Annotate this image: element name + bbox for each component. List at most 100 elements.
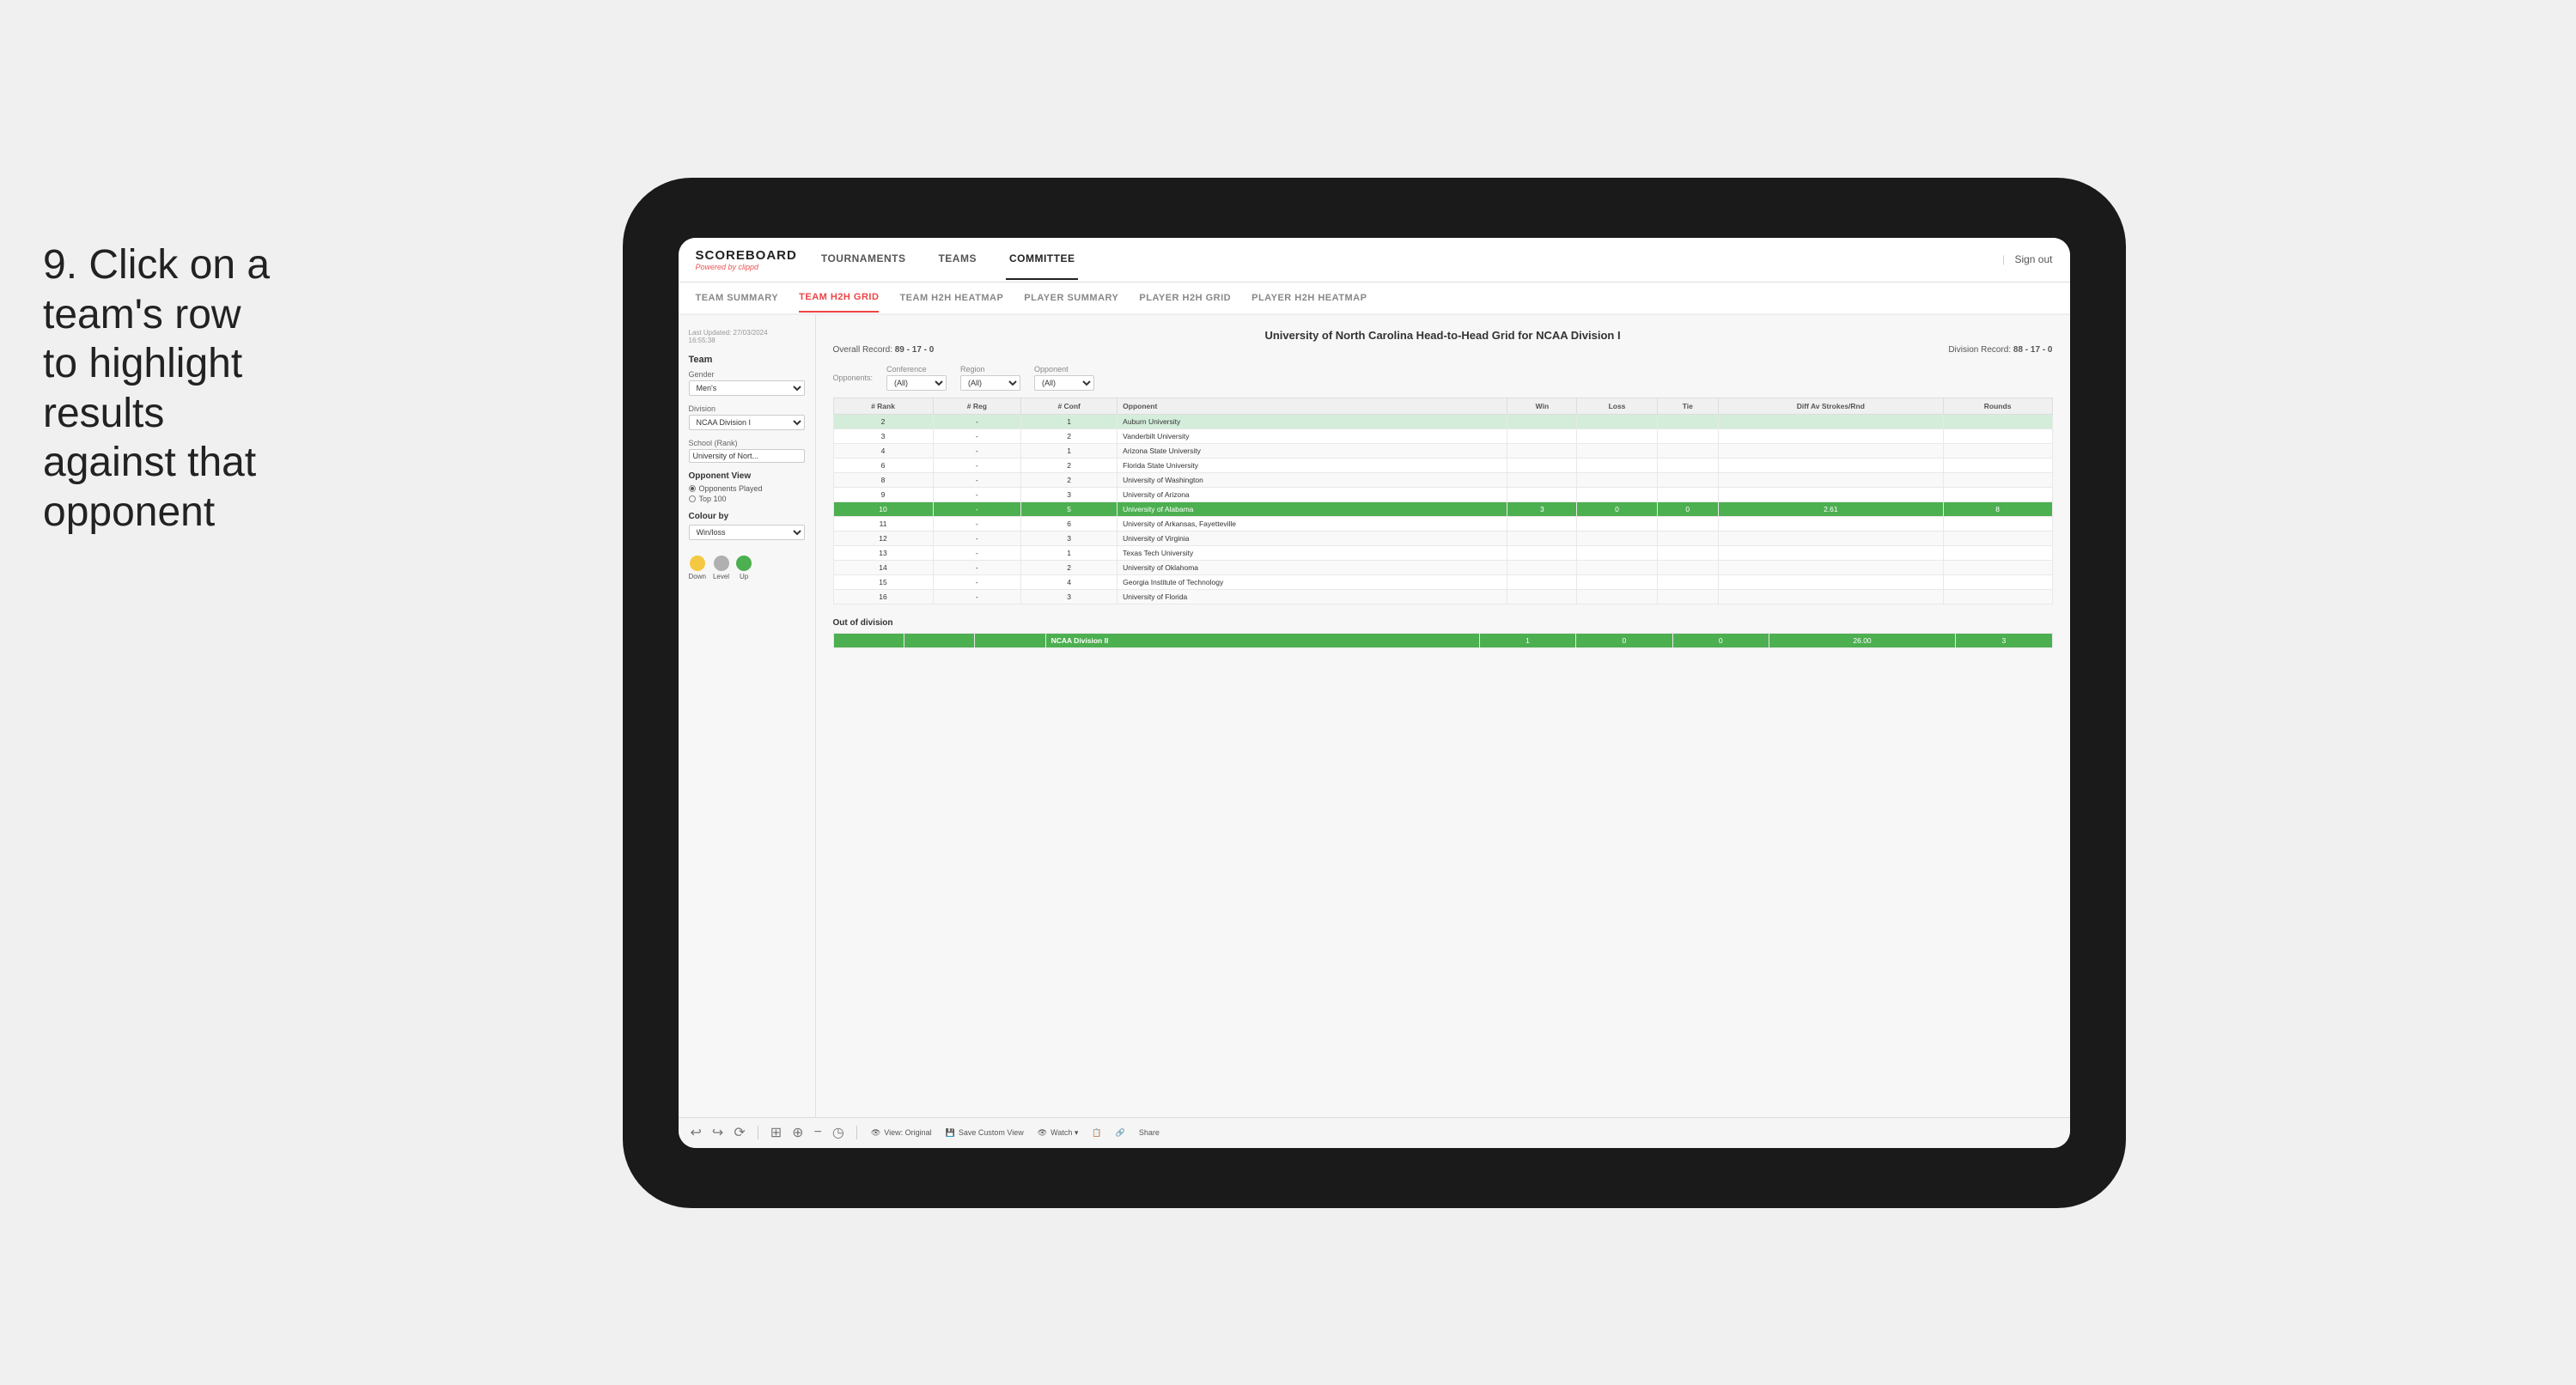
table-row[interactable]: 15-4Georgia Institute of Technology — [833, 574, 2052, 589]
filters-row: Opponents: Conference (All) Region (All) — [833, 365, 2053, 391]
out-of-division-header: Out of division — [833, 618, 2053, 628]
bottom-toolbar: ↩ ↪ ⟳ ⊞ ⊕ − ◷ 👁 View: Original 💾 Save Cu… — [679, 1117, 2070, 1148]
table-row[interactable]: 12-3University of Virginia — [833, 531, 2052, 545]
out-of-division-table: NCAA Division II10026.003 — [833, 633, 2053, 648]
watch-button[interactable]: 👁 Watch ▾ — [1034, 1128, 1082, 1138]
col-rank: # Rank — [833, 398, 933, 414]
table-row[interactable]: 16-3University of Florida — [833, 589, 2052, 604]
division-record: Division Record: 88 - 17 - 0 — [1948, 345, 2052, 355]
col-reg: # Reg — [933, 398, 1021, 414]
school-rank-label: School (Rank) — [689, 439, 805, 447]
legend-level: Level — [713, 556, 729, 580]
view-original-button[interactable]: 👁 View: Original — [868, 1128, 935, 1138]
undo-button[interactable]: ↩ — [689, 1124, 703, 1141]
col-win: Win — [1507, 398, 1577, 414]
legend-up-circle — [736, 556, 752, 571]
panel-title: University of North Carolina Head-to-Hea… — [833, 329, 2053, 342]
logo-brand: clippd — [739, 263, 759, 271]
legend-down-circle — [690, 556, 705, 571]
radio-dot-opponents — [689, 485, 696, 492]
table-row[interactable]: 6-2Florida State University — [833, 458, 2052, 472]
grid-button[interactable]: ⊞ — [769, 1124, 783, 1141]
table-row[interactable]: 14-2University of Oklahoma — [833, 560, 2052, 574]
table-row[interactable]: 9-3University of Arizona — [833, 487, 2052, 501]
last-updated: Last Updated: 27/03/2024 16:55:38 — [689, 329, 805, 344]
record-row: Overall Record: 89 - 17 - 0 Division Rec… — [833, 345, 2053, 355]
legend-level-circle — [714, 556, 729, 571]
colour-by-title: Colour by — [689, 512, 805, 521]
subnav-team-h2h-grid[interactable]: TEAM H2H GRID — [799, 283, 879, 313]
subnav-player-summary[interactable]: PLAYER SUMMARY — [1024, 284, 1118, 312]
overall-record: Overall Record: 89 - 17 - 0 — [833, 345, 935, 355]
table-row[interactable]: 3-2Vanderbilt University — [833, 428, 2052, 443]
top-nav: SCOREBOARD Powered by clippd TOURNAMENTS… — [679, 238, 2070, 282]
main-content: Last Updated: 27/03/2024 16:55:38 Team G… — [679, 315, 2070, 1117]
colour-by-select[interactable]: Win/loss — [689, 525, 805, 540]
tablet-screen: SCOREBOARD Powered by clippd TOURNAMENTS… — [679, 238, 2070, 1148]
col-rounds: Rounds — [1943, 398, 2052, 414]
conference-filter: Conference (All) — [886, 365, 947, 391]
sign-out-button[interactable]: Sign out — [2014, 253, 2052, 265]
subnav-player-h2h-heatmap[interactable]: PLAYER H2H HEATMAP — [1251, 284, 1367, 312]
nav-tournaments[interactable]: TOURNAMENTS — [818, 239, 910, 280]
radio-top-100[interactable]: Top 100 — [689, 495, 805, 503]
gender-label: Gender — [689, 370, 805, 379]
division-select[interactable]: NCAA Division I — [689, 415, 805, 430]
view-icon: 👁 — [871, 1128, 880, 1138]
logo-subtitle: Powered by clippd — [696, 263, 797, 271]
sign-out-area: | Sign out — [2002, 253, 2053, 265]
conference-select[interactable]: (All) — [886, 375, 947, 391]
col-opponent: Opponent — [1117, 398, 1507, 414]
col-loss: Loss — [1577, 398, 1657, 414]
save-custom-view-button[interactable]: 💾 Save Custom View — [942, 1128, 1027, 1138]
legend-down: Down — [689, 556, 706, 580]
opponent-select[interactable]: (All) — [1034, 375, 1094, 391]
radio-opponents-played[interactable]: Opponents Played — [689, 484, 805, 493]
add-button[interactable]: ⊕ — [790, 1124, 805, 1141]
redo-button[interactable]: ↪ — [710, 1124, 725, 1141]
tablet-device: SCOREBOARD Powered by clippd TOURNAMENTS… — [623, 178, 2126, 1208]
nav-items: TOURNAMENTS TEAMS COMMITTEE — [818, 239, 2002, 280]
sub-nav: TEAM SUMMARY TEAM H2H GRID TEAM H2H HEAT… — [679, 282, 2070, 315]
col-tie: Tie — [1657, 398, 1718, 414]
opponent-filter: Opponent (All) — [1034, 365, 1094, 391]
col-diff: Diff Av Strokes/Rnd — [1718, 398, 1943, 414]
region-select[interactable]: (All) — [960, 375, 1020, 391]
table-row[interactable]: 11-6University of Arkansas, Fayetteville — [833, 516, 2052, 531]
table-row[interactable]: 4-1Arizona State University — [833, 443, 2052, 458]
subnav-player-h2h-grid[interactable]: PLAYER H2H GRID — [1139, 284, 1231, 312]
table-row[interactable]: 10-5University of Alabama3002.618 — [833, 501, 2052, 516]
out-of-division-row[interactable]: NCAA Division II10026.003 — [833, 633, 2052, 647]
nav-committee[interactable]: COMMITTEE — [1006, 239, 1079, 280]
legend-row: Down Level Up — [689, 556, 805, 580]
radio-dot-top100 — [689, 495, 696, 502]
opponent-view-title: Opponent View — [689, 471, 805, 481]
clipboard-button[interactable]: 📋 — [1088, 1128, 1105, 1138]
nav-teams[interactable]: TEAMS — [935, 239, 980, 280]
gender-select[interactable]: Men's — [689, 380, 805, 396]
col-conf: # Conf — [1021, 398, 1117, 414]
division-label: Division — [689, 404, 805, 413]
table-header-row: # Rank # Reg # Conf Opponent Win Loss Ti… — [833, 398, 2052, 414]
minus-button[interactable]: − — [813, 1125, 824, 1140]
h2h-table: # Rank # Reg # Conf Opponent Win Loss Ti… — [833, 398, 2053, 604]
team-section-title: Team — [689, 355, 805, 365]
content-panel: University of North Carolina Head-to-Hea… — [816, 315, 2070, 1117]
share-button[interactable]: Share — [1136, 1128, 1163, 1137]
subnav-team-summary[interactable]: TEAM SUMMARY — [696, 284, 779, 312]
region-filter: Region (All) — [960, 365, 1020, 391]
table-row[interactable]: 8-2University of Washington — [833, 472, 2052, 487]
watch-icon: 👁 — [1038, 1128, 1047, 1138]
clock-button[interactable]: ◷ — [831, 1124, 846, 1141]
sidebar: Last Updated: 27/03/2024 16:55:38 Team G… — [679, 315, 816, 1117]
logo-area: SCOREBOARD Powered by clippd — [696, 248, 797, 271]
table-row[interactable]: 13-1Texas Tech University — [833, 545, 2052, 560]
instruction-text: 9. Click on a team's row to highlight re… — [43, 240, 283, 538]
link-button[interactable]: 🔗 — [1112, 1128, 1129, 1138]
table-row[interactable]: 2-1Auburn University — [833, 414, 2052, 428]
step-text: Click on a team's row to highlight resul… — [43, 242, 270, 535]
school-rank-input[interactable] — [689, 449, 805, 463]
legend-up: Up — [736, 556, 752, 580]
refresh-button[interactable]: ⟳ — [732, 1124, 746, 1141]
subnav-team-h2h-heatmap[interactable]: TEAM H2H HEATMAP — [899, 284, 1003, 312]
